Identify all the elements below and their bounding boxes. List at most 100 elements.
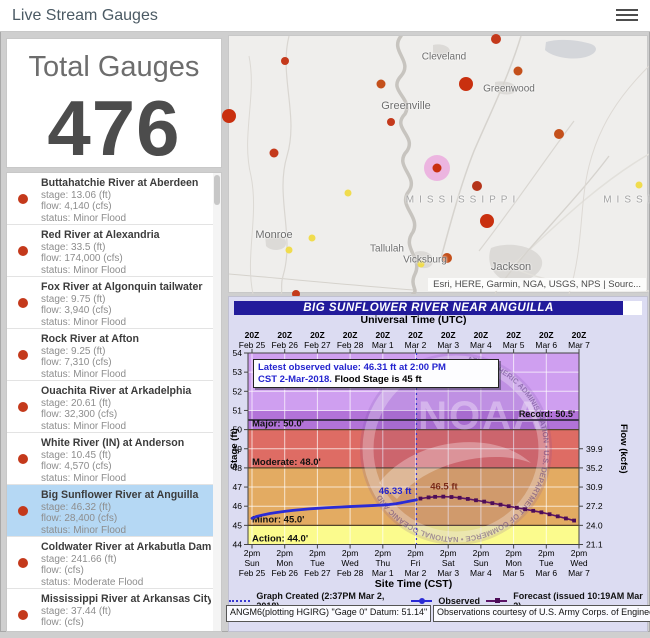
svg-text:2pm: 2pm [309,548,326,558]
gauge-marker[interactable] [480,214,494,228]
gauge-marker[interactable] [387,118,395,126]
hamburger-menu-icon[interactable] [616,9,638,23]
gauge-list-item[interactable]: Buttahatchie River at Aberdeenstage: 13.… [7,173,221,225]
gauge-list-item[interactable]: Mississippi River at Arkansas Citystage:… [7,589,221,632]
gauge-name: Coldwater River at Arkabutla Dam [41,541,211,554]
gauge-detail: stage: 13.06 (ft) [41,190,211,202]
svg-text:2pm: 2pm [473,548,490,558]
gauge-status-dot [18,558,28,568]
gauge-marker[interactable] [472,181,482,191]
gauge-list-item[interactable]: White River (IN) at Andersonstage: 10.45… [7,433,221,485]
svg-text:Feb 26: Feb 26 [271,340,298,350]
svg-text:Feb 26: Feb 26 [271,568,298,578]
svg-text:Mon: Mon [276,558,293,568]
gauge-marker[interactable] [270,149,279,158]
svg-text:Stage (ft): Stage (ft) [229,428,240,469]
svg-text:Mar 7: Mar 7 [568,568,590,578]
gauge-detail: stage: 241.66 (ft) [41,554,211,566]
gauge-detail: stage: 20.61 (ft) [41,398,211,410]
svg-text:Tue: Tue [310,558,325,568]
gauge-list-item[interactable]: Rock River at Aftonstage: 9.25 (ft)flow:… [7,329,221,381]
gauge-status-dot [18,298,28,308]
gauge-list-item[interactable]: Red River at Alexandriastage: 33.5 (ft)f… [7,225,221,277]
svg-text:Feb 27: Feb 27 [304,568,331,578]
gauge-marker[interactable] [377,80,386,89]
svg-text:2pm: 2pm [571,548,588,558]
svg-text:2pm: 2pm [505,548,522,558]
svg-text:52: 52 [233,386,243,396]
map-place-label: Cleveland [422,52,466,63]
svg-text:Mar 7: Mar 7 [568,340,590,350]
gauge-detail: stage: 10.45 (ft) [41,450,211,462]
hydrograph-titlebar-end-cap [623,301,642,315]
gauge-detail: status: Minor Flood [41,317,211,329]
gauge-name: Buttahatchie River at Aberdeen [41,177,211,190]
svg-text:Mar 1: Mar 1 [372,340,394,350]
observations-credit-box: Observations courtesy of U.S. Army Corps… [433,605,650,622]
gauge-marker[interactable] [281,57,289,65]
scrollbar-thumb[interactable] [214,175,220,205]
svg-text:Fri: Fri [411,558,421,568]
gauge-detail: flow: (cfs) [41,565,211,577]
gauge-marker[interactable] [345,190,352,197]
map-place-label: Tallulah [370,244,404,255]
svg-text:2pm: 2pm [276,548,293,558]
svg-text:20Z: 20Z [375,330,390,340]
map-place-label: Vicksburg [403,255,447,266]
svg-text:20Z: 20Z [474,330,489,340]
graph-created-line-sample [229,600,250,602]
gauge-detail: stage: 9.75 (ft) [41,294,211,306]
svg-text:2pm: 2pm [342,548,359,558]
gauge-marker[interactable] [514,67,523,76]
map-panel[interactable]: ClevelandGreenwoodGreenvilleMISSISSIPPIM… [228,35,648,293]
svg-text:24.0: 24.0 [586,520,603,530]
gauge-marker[interactable] [491,34,501,44]
svg-text:2pm: 2pm [375,548,392,558]
svg-text:20Z: 20Z [506,330,521,340]
svg-text:Moderate: 48.0': Moderate: 48.0' [252,457,321,468]
gauge-marker[interactable] [433,164,442,173]
gauge-marker[interactable] [459,77,473,91]
observed-line-sample [411,600,432,602]
gauge-detail: flow: (cfs) [41,617,211,629]
app-header: Live Stream Gauges [0,0,650,32]
gauge-name: Red River at Alexandria [41,229,211,242]
gauge-list-item[interactable]: Coldwater River at Arkabutla Damstage: 2… [7,537,221,589]
gauge-list-item[interactable]: Big Sunflower River at Anguillastage: 46… [7,485,221,537]
gauge-list-scrollbar[interactable] [213,173,221,631]
gauge-list-item[interactable]: Fox River at Algonquin tailwaterstage: 9… [7,277,221,329]
svg-text:Major: 50.0': Major: 50.0' [252,419,304,430]
svg-text:35.2: 35.2 [586,463,603,473]
gauge-status-dot [18,610,28,620]
gauge-detail: status: Minor Flood [41,421,211,433]
map-place-label: MISSISS [603,195,650,206]
gauge-name: Big Sunflower River at Anguilla [41,489,211,502]
svg-text:20Z: 20Z [441,330,456,340]
svg-text:20Z: 20Z [310,330,325,340]
svg-text:Mar 4: Mar 4 [470,568,492,578]
gauge-marker[interactable] [309,235,316,242]
svg-text:Flow (kcfs): Flow (kcfs) [618,424,629,474]
svg-text:Sun: Sun [244,558,259,568]
gauge-marker[interactable] [286,247,293,254]
map-place-label: MISSISSIPPI [406,195,520,206]
svg-text:Thu: Thu [375,558,390,568]
svg-text:Mar 1: Mar 1 [372,568,394,578]
map-attribution: Esri, HERE, Garmin, NGA, USGS, NPS | Sou… [428,278,646,291]
gauge-detail: stage: 33.5 (ft) [41,242,211,254]
svg-text:45: 45 [233,520,243,530]
site-time-axis-title: Site Time (CST) [248,578,579,590]
svg-text:Mar 2: Mar 2 [405,340,427,350]
total-gauges-label: Total Gauges [7,51,221,84]
hydrograph-title: BIG SUNFLOWER RIVER NEAR ANGUILLA [234,301,623,315]
gauge-marker[interactable] [222,109,236,123]
gauge-status-dot [18,350,28,360]
svg-text:21.1: 21.1 [586,540,603,550]
gauge-marker[interactable] [554,129,564,139]
gauge-marker[interactable] [636,182,643,189]
gauge-list-item[interactable]: Ouachita River at Arkadelphiastage: 20.6… [7,381,221,433]
svg-text:2pm: 2pm [407,548,424,558]
gauge-status-dot [18,402,28,412]
utc-axis-title: Universal Time (UTC) [248,314,579,326]
svg-text:20Z: 20Z [245,330,260,340]
